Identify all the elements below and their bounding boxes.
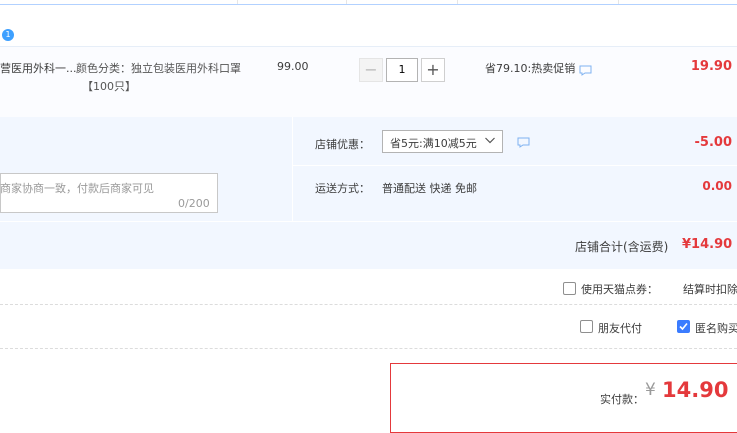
chevron-down-icon [484, 134, 496, 146]
quantity-decrease-button[interactable]: − [359, 58, 383, 82]
friend-pay-label: 朋友代付 [598, 322, 642, 335]
item-promotion-text: 省79.10:热卖促销 [485, 62, 576, 75]
header-column-separator [618, 0, 619, 4]
friend-pay-checkbox[interactable] [580, 320, 593, 333]
payment-label: 实付款： [600, 393, 644, 406]
item-unit-price: 99.00 [277, 60, 309, 73]
remark-placeholder: 商家协商一致，付款后商家可见 [0, 182, 154, 195]
panel-divider [292, 165, 737, 166]
promotion-comment-icon[interactable] [579, 65, 592, 76]
checkmark-icon [679, 322, 688, 331]
remark-char-count: 0/200 [178, 197, 210, 210]
item-sku-label: 颜色分类：独立包装医用外科口罩 [76, 62, 241, 75]
shop-total-value: ¥14.90 [682, 237, 733, 252]
header-column-separator [237, 0, 238, 4]
shop-coupon-label: 店铺优惠： [315, 138, 370, 151]
tmall-coupon-value: 结算时扣除 [683, 283, 737, 296]
header-divider [0, 4, 737, 5]
anonymous-purchase-label: 匿名购买 [695, 322, 737, 335]
shipping-method-label: 运送方式： [315, 182, 370, 195]
tmall-coupon-checkbox[interactable] [563, 282, 576, 295]
header-column-separator [457, 0, 458, 4]
payment-amount: 14.90 [662, 378, 729, 402]
divider [0, 348, 737, 349]
anonymous-purchase-checkbox[interactable] [677, 320, 690, 333]
item-subtotal: 19.90 [690, 59, 732, 74]
item-title-link[interactable]: 营医用外科一... [0, 60, 77, 76]
shipping-method-value: 普通配送 快递 免邮 [382, 182, 477, 195]
shop-coupon-amount: -5.00 [694, 135, 732, 150]
item-sku-suffix: 【100只】 [82, 80, 136, 93]
panel-divider [0, 221, 737, 222]
payment-currency: ¥ [645, 380, 656, 400]
panel-divider [292, 117, 293, 221]
divider [0, 304, 737, 305]
shipping-fee: 0.00 [702, 179, 732, 193]
cart-count-badge: 1 [2, 29, 14, 41]
shop-coupon-selected: 省5元:满10减5元 [390, 137, 477, 150]
coupon-comment-icon[interactable] [517, 137, 530, 148]
shop-total-label: 店铺合计(含运费) [575, 240, 669, 254]
quantity-increase-button[interactable]: + [421, 58, 445, 82]
tmall-coupon-label: 使用天猫点券： [581, 283, 658, 296]
header-column-separator [346, 0, 347, 4]
quantity-input[interactable]: 1 [386, 58, 418, 82]
